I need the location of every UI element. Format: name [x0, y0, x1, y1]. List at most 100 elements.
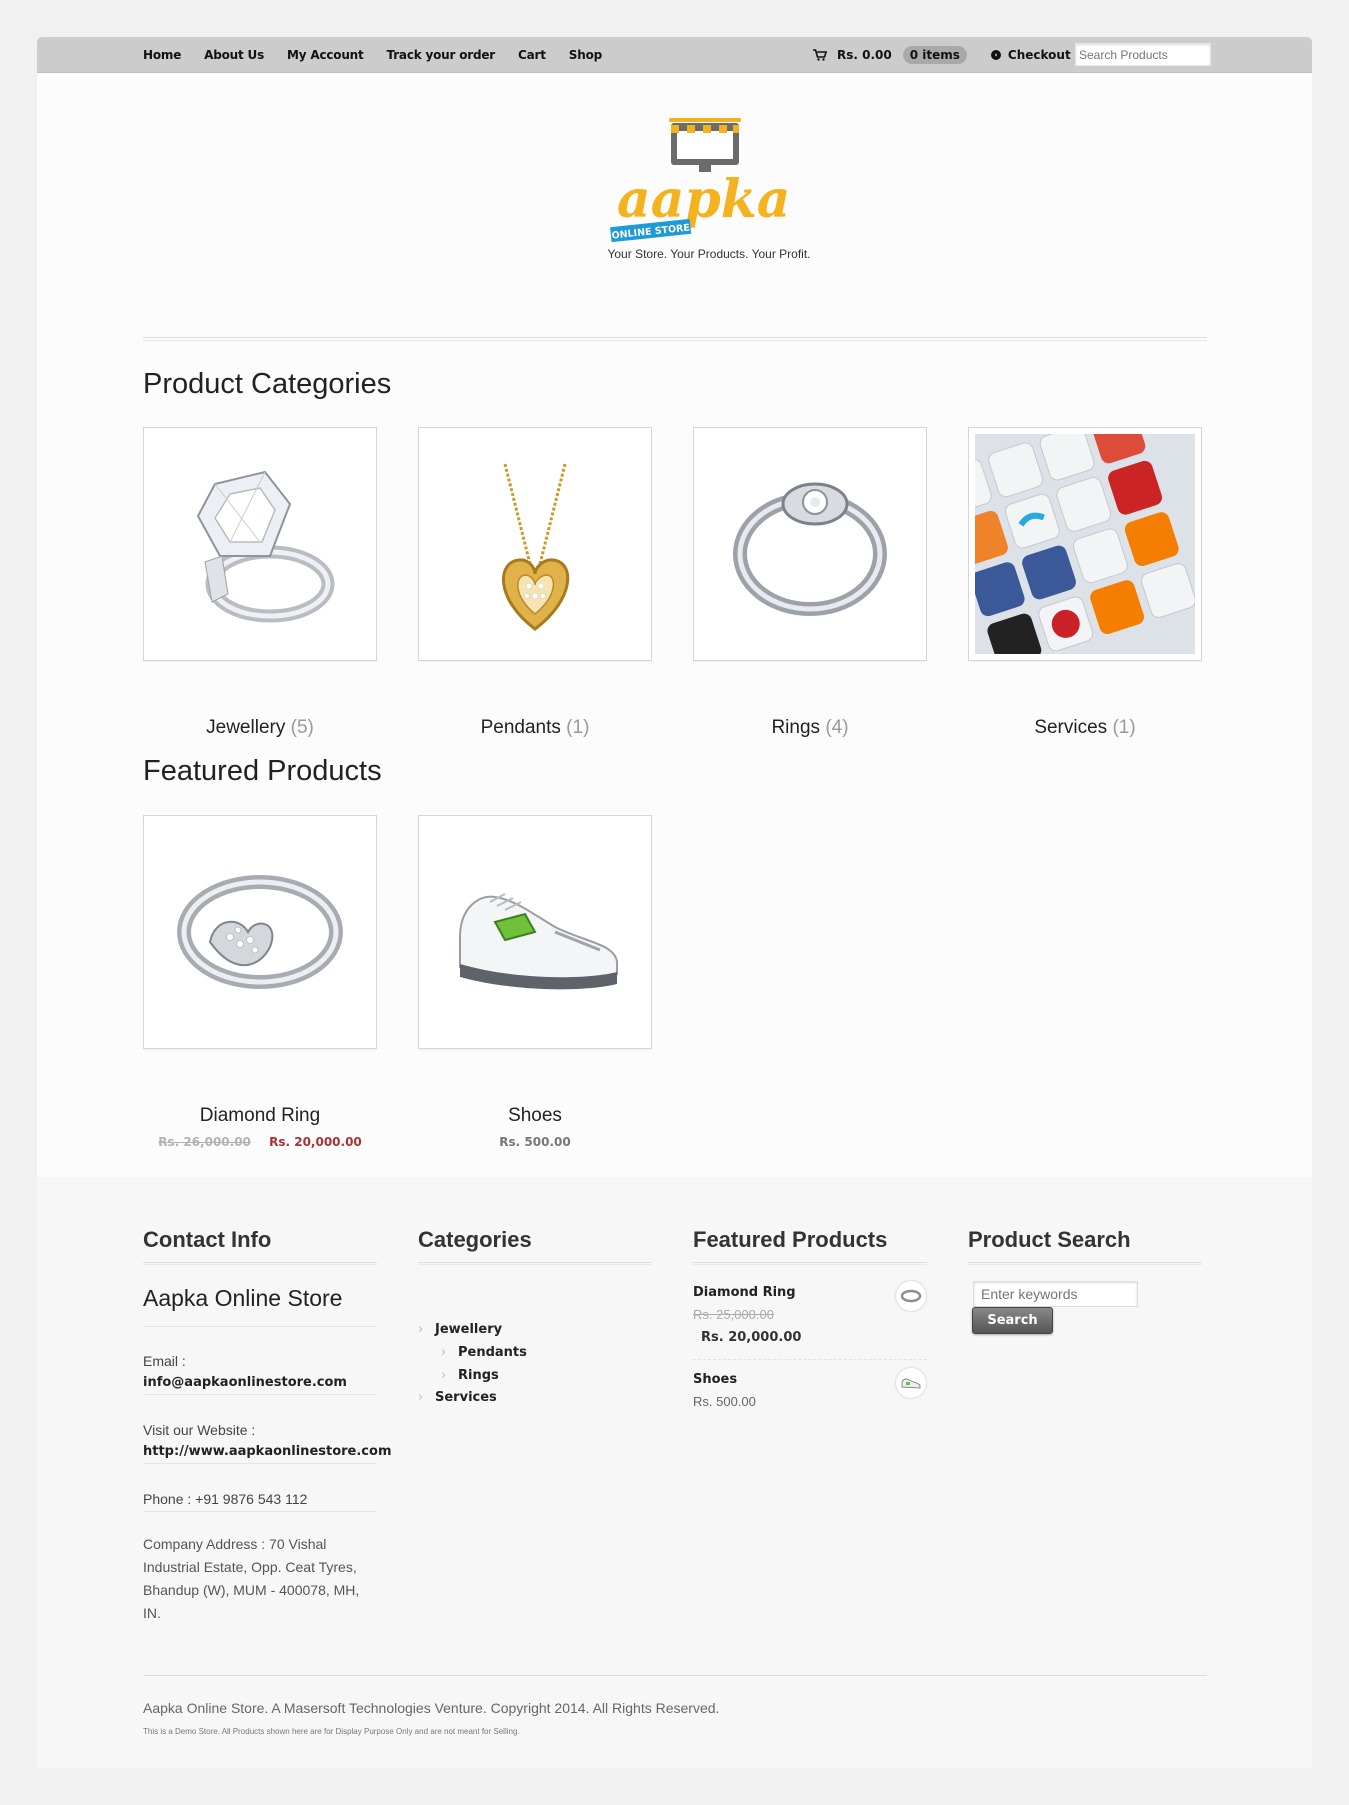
category-title-rings[interactable]: Rings (4): [693, 717, 927, 739]
heart-pendant-image: [501, 463, 570, 631]
category-name[interactable]: Pendants: [481, 717, 561, 738]
category-count: (1): [566, 717, 590, 738]
footer-sale-price: Rs. 20,000.00: [701, 1330, 802, 1345]
category-title-services[interactable]: Services (1): [968, 717, 1202, 739]
product-title-shoes[interactable]: Shoes: [418, 1105, 652, 1127]
category-card-jewellery[interactable]: [143, 427, 377, 661]
category-card-pendants[interactable]: [418, 427, 652, 661]
old-price: Rs. 26,000.00: [158, 1135, 251, 1149]
product-title-diamond-ring[interactable]: Diamond Ring: [143, 1105, 377, 1127]
footer-rule: [968, 1262, 1202, 1265]
sale-price: Rs. 20,000.00: [269, 1135, 362, 1149]
category-link-label[interactable]: Pendants: [458, 1345, 527, 1360]
website-label: Visit our Website :: [143, 1422, 256, 1438]
footer-category-services[interactable]: › Services: [418, 1390, 497, 1405]
category-title-jewellery[interactable]: Jewellery (5): [143, 717, 377, 739]
footer-price: Rs. 500.00: [693, 1394, 756, 1409]
categories-heading: Categories: [418, 1227, 532, 1252]
category-name[interactable]: Jewellery: [206, 717, 285, 738]
footer-category-jewellery[interactable]: › Jewellery: [418, 1322, 502, 1337]
email-link[interactable]: info@aapkaonlinestore.com: [143, 1375, 347, 1390]
shoe-thumbnail-icon[interactable]: [896, 1368, 926, 1398]
contact-info-heading: Contact Info: [143, 1227, 272, 1252]
keywords-input[interactable]: [973, 1281, 1138, 1307]
nav-cart[interactable]: Cart: [518, 48, 546, 62]
sneaker-image: [459, 893, 618, 990]
category-link-label[interactable]: Services: [435, 1390, 497, 1405]
top-bar: Home About Us My Account Track your orde…: [37, 37, 1312, 73]
nav-about-us[interactable]: About Us: [204, 48, 264, 62]
category-link-label[interactable]: Jewellery: [435, 1322, 502, 1337]
cart-items-badge[interactable]: 0 items: [902, 46, 967, 64]
footer-old-price: Rs. 25,000.00: [693, 1307, 774, 1322]
category-title-pendants[interactable]: Pendants (1): [418, 717, 652, 739]
category-card-services[interactable]: [968, 427, 1202, 661]
footer-rule: [418, 1262, 652, 1265]
main-nav: Home About Us My Account Track your orde…: [143, 37, 625, 73]
category-link-label[interactable]: Rings: [458, 1368, 499, 1383]
cart-summary[interactable]: Rs. 0.00 0 items › Checkout: [813, 37, 1071, 73]
svg-text:Your Store. Your Products. You: Your Store. Your Products. Your Profit.: [607, 247, 810, 259]
category-name[interactable]: Services: [1034, 717, 1107, 738]
footer-category-rings[interactable]: › Rings: [441, 1368, 499, 1383]
product-price-shoes: Rs. 500.00: [418, 1135, 652, 1149]
arrow-right-icon: ›: [990, 50, 1001, 60]
store-monitor-icon: aapka ONLINE STORE Your Store. Your Prod…: [607, 118, 811, 261]
category-count: (1): [1112, 717, 1136, 738]
social-keyboard-image: [975, 434, 1195, 654]
footer-divider: [143, 1675, 1207, 1676]
nav-track-order[interactable]: Track your order: [387, 48, 496, 62]
checkout-label: Checkout: [1007, 48, 1071, 62]
header-divider: [143, 337, 1207, 341]
product-categories-heading: Product Categories: [143, 368, 392, 400]
nav-home[interactable]: Home: [143, 48, 181, 62]
footer-rule: [143, 1394, 377, 1395]
copyright-text: Aapka Online Store. A Masersoft Technolo…: [143, 1700, 720, 1716]
footer-rule: [143, 1463, 377, 1464]
product-card-shoes[interactable]: [418, 815, 652, 1049]
store-name: Aapka Online Store: [143, 1285, 343, 1311]
footer-product-shoes[interactable]: Shoes: [693, 1372, 737, 1387]
ring-thumbnail-icon[interactable]: [896, 1281, 926, 1311]
cart-total[interactable]: Rs. 0.00: [837, 48, 892, 62]
product-card-diamond-ring[interactable]: [143, 815, 377, 1049]
product-price-diamond-ring: Rs. 26,000.00 Rs. 20,000.00: [143, 1135, 377, 1149]
chevron-right-icon: ›: [441, 1368, 447, 1383]
category-name[interactable]: Rings: [771, 717, 820, 738]
search-button[interactable]: Search: [972, 1307, 1053, 1334]
svg-text:aapka: aapka: [617, 169, 790, 230]
company-address: Company Address : 70 Vishal Industrial E…: [143, 1536, 360, 1621]
footer-rule: [143, 1326, 377, 1327]
category-count: (4): [825, 717, 849, 738]
nav-my-account[interactable]: My Account: [287, 48, 364, 62]
checkout-link[interactable]: › Checkout: [990, 48, 1071, 62]
category-card-rings[interactable]: [693, 427, 927, 661]
price: Rs. 500.00: [499, 1135, 571, 1149]
diamond-ring-image: [196, 470, 335, 623]
diamond-ring-product-image: [177, 875, 343, 989]
footer-category-pendants[interactable]: › Pendants: [441, 1345, 527, 1360]
footer-rule: [143, 1511, 377, 1512]
footer-product-diamond-ring[interactable]: Diamond Ring: [693, 1285, 796, 1300]
footer-product-divider: [693, 1359, 927, 1360]
silver-ring-image: [733, 482, 887, 616]
search-products-input[interactable]: [1075, 43, 1211, 66]
product-search-heading: Product Search: [968, 1227, 1131, 1252]
email-label: Email :: [143, 1353, 186, 1369]
disclaimer-text: This is a Demo Store. All Products shown…: [143, 1727, 520, 1736]
footer: [37, 1177, 1312, 1768]
nav-shop[interactable]: Shop: [569, 48, 602, 62]
phone-text: Phone : +91 9876 543 112: [143, 1491, 308, 1507]
featured-products-heading: Featured Products: [143, 755, 382, 787]
footer-rule: [143, 1262, 377, 1265]
chevron-right-icon: ›: [418, 1390, 424, 1405]
site-logo[interactable]: aapka ONLINE STORE Your Store. Your Prod…: [601, 109, 826, 261]
chevron-right-icon: ›: [441, 1345, 447, 1360]
footer-featured-heading: Featured Products: [693, 1227, 888, 1252]
footer-rule: [693, 1262, 927, 1265]
chevron-right-icon: ›: [418, 1322, 424, 1337]
category-count: (5): [290, 717, 314, 738]
website-link[interactable]: http://www.aapkaonlinestore.com: [143, 1444, 392, 1459]
page-frame: Home About Us My Account Track your orde…: [37, 37, 1312, 1768]
cart-icon: [813, 49, 827, 61]
